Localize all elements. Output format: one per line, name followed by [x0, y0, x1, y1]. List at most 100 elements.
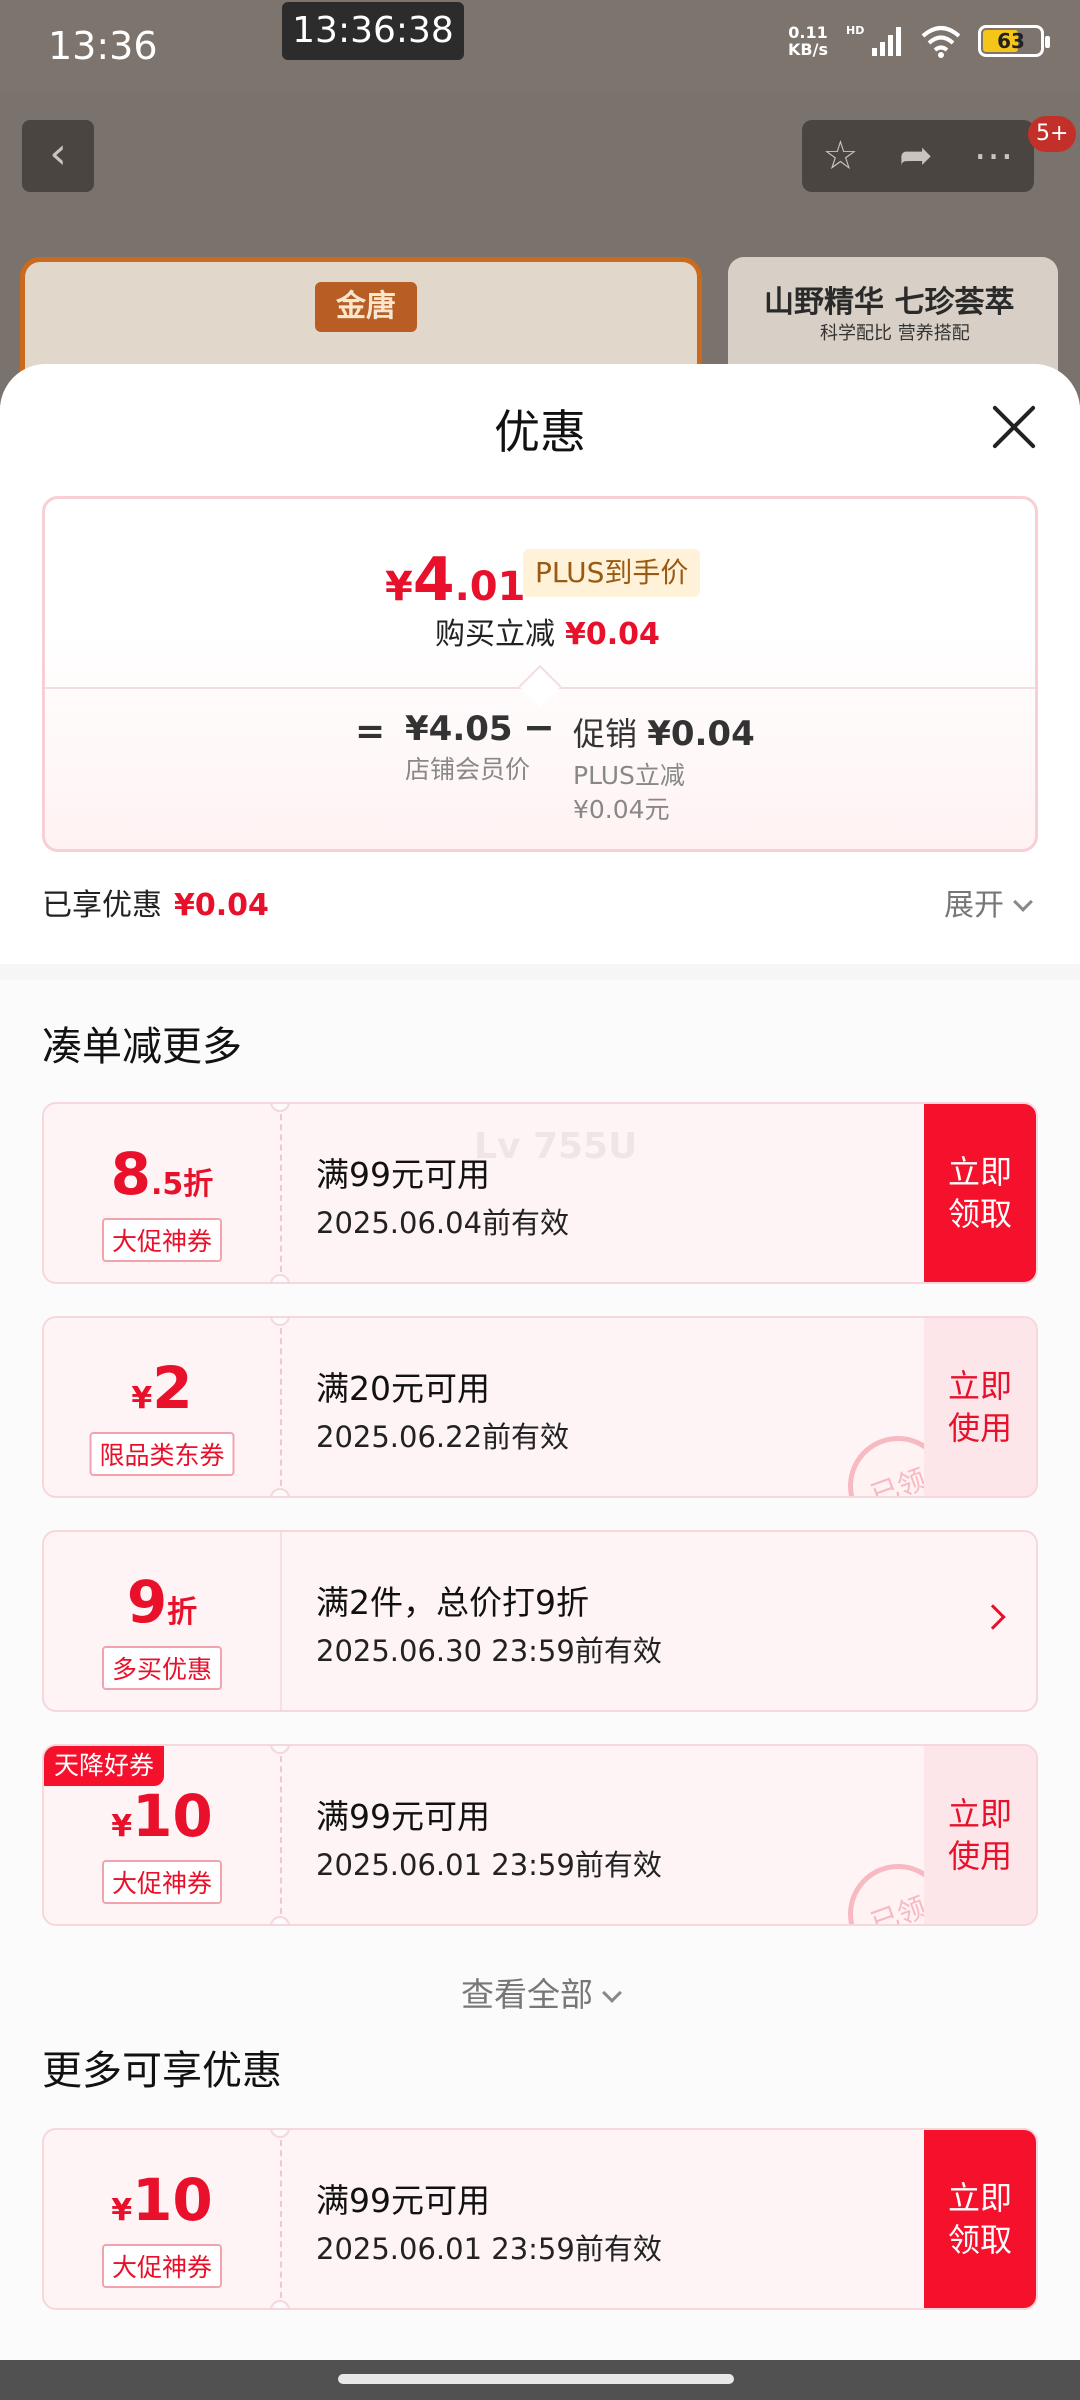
status-bar: 13:36 13:36:38 0.11 KB/s HD 63 [0, 0, 1080, 92]
coupon-card: ¥10 大促神券 天降好券 满99元可用 2025.06.01 23:59前有效… [42, 1744, 1038, 1926]
coupon-corner-tag: 天降好券 [44, 1746, 165, 1786]
coupon-card[interactable]: 9折 多买优惠 满2件，总价打9折 2025.06.30 23:59前有效 [42, 1530, 1038, 1712]
equals-sign: = [355, 711, 386, 752]
coupon-amount: 10 [132, 1782, 213, 1850]
clock-overlay: 13:36:38 [282, 2, 464, 60]
system-nav-bar [0, 2360, 1080, 2400]
coupon-type: 大促神券 [101, 1860, 223, 1904]
close-icon[interactable] [992, 404, 1036, 448]
plus-price-tag: PLUS到手价 [523, 549, 701, 597]
back-button[interactable]: ‹ [22, 120, 94, 192]
coupon-validity: 2025.06.22前有效 [316, 1420, 570, 1454]
promo-subtitle: 科学配比 营养搭配 [820, 323, 970, 344]
watermark: Lv 755U [474, 1126, 638, 1167]
coupon-validity: 2025.06.01 23:59前有效 [316, 1848, 662, 1882]
coupon-amount-unit: 折 [167, 1595, 198, 1630]
hd-label: HD [846, 24, 864, 37]
brand-logo: 金唐 [315, 282, 417, 332]
coupon-value: ¥2 限品类东券 [44, 1318, 280, 1496]
coupon-validity: 2025.06.30 23:59前有效 [316, 1634, 662, 1668]
final-price-currency: ¥ [385, 564, 413, 610]
battery-icon: 63 [978, 25, 1050, 57]
expand-label: 展开 [944, 888, 1004, 923]
discount-sheet: 优惠 ¥4.01 PLUS到手价 购买立减 ¥0.04 = ¥4.05 店铺会员价… [0, 364, 1080, 2360]
final-price-decimal: .01 [454, 564, 526, 610]
minus-sign: − [523, 705, 555, 749]
coupon-card: ¥2 限品类东券 满20元可用 2025.06.22前有效 已领 立即使用 [42, 1316, 1038, 1498]
reduce-amount: ¥0.04 [565, 617, 660, 652]
promo-amount: ¥0.04 [647, 714, 755, 754]
final-price-integer: 4 [412, 545, 455, 615]
base-price-amount: ¥4.05 [405, 709, 513, 749]
coupon-condition: 满99元可用 [316, 1155, 490, 1194]
coupon-type: 大促神券 [101, 1218, 223, 1262]
header-actions: ☆ ➦ ⋯ [802, 120, 1034, 192]
use-coupon-button[interactable]: 立即使用 [924, 1318, 1036, 1496]
coupon-type: 限品类东券 [89, 1432, 235, 1476]
coupon-currency: ¥ [111, 1809, 133, 1844]
signal-icon: HD [846, 24, 901, 56]
coupon-card: Lv 755U 8.5折 大促神券 满99元可用 2025.06.04前有效 立… [42, 1102, 1038, 1284]
message-badge: 5+ [1028, 116, 1077, 152]
status-icons: 0.11 KB/s HD 63 [788, 24, 1050, 58]
share-icon[interactable]: ➦ [899, 133, 933, 179]
enjoyed-discount: 已享优惠 ¥0.04 [42, 880, 269, 924]
view-all-button[interactable]: 查看全部 [0, 1968, 1080, 2016]
base-price-label: 店铺会员价 [405, 755, 531, 784]
more-icon[interactable]: ⋯ [974, 133, 1014, 179]
coupon-validity: 2025.06.01 23:59前有效 [316, 2232, 662, 2266]
base-price-block: ¥4.05 店铺会员价 [405, 709, 535, 787]
coupon-amount: 2 [152, 1354, 193, 1422]
coupon-card: ¥10 大促神券 满99元可用 2025.06.01 23:59前有效 立即领取 [42, 2128, 1038, 2310]
coupon-condition: 满2件，总价打9折 [316, 1583, 589, 1622]
coupon-type: 大促神券 [101, 2244, 223, 2288]
enjoyed-label: 已享优惠 [42, 888, 162, 923]
promo-label: 促销 [573, 715, 638, 753]
expand-button[interactable]: 展开 [944, 880, 1033, 924]
coupon-value: 9折 多买优惠 [44, 1532, 280, 1710]
coupon-amount-unit: .5折 [151, 1167, 214, 1202]
promo-title: 山野精华 七珍荟萃 [764, 285, 1015, 320]
coupon-value: ¥10 大促神券 [44, 2130, 280, 2308]
promo-detail: PLUS立减¥0.04元 [573, 761, 685, 824]
coupon-condition: 满99元可用 [316, 2181, 490, 2220]
background-product-page: ‹ ☆ ➦ ⋯ 5+ 金唐 山野精华 七珍荟萃 科学配比 营养搭配 [0, 92, 1080, 457]
home-gesture-handle[interactable] [338, 2374, 734, 2384]
view-all-label: 查看全部 [461, 1975, 593, 2014]
section-title-more-orders: 凑单减更多 [42, 1024, 242, 1070]
chevron-right-icon[interactable] [980, 1604, 1006, 1630]
claim-button-label: 立即领取 [947, 1153, 1012, 1233]
section-title-more-benefits: 更多可享优惠 [42, 2048, 282, 2094]
coupon-value: 8.5折 大促神券 [44, 1104, 280, 1282]
caret-pointer [518, 664, 562, 708]
final-price: ¥4.01 [385, 545, 525, 615]
status-time: 13:36 [48, 24, 158, 68]
use-coupon-button[interactable]: 立即使用 [924, 1746, 1036, 1924]
coupon-amount: 10 [132, 2166, 213, 2234]
coupon-section: 凑单减更多 Lv 755U 8.5折 大促神券 满99元可用 2025.06.0… [0, 980, 1080, 2360]
chevron-down-icon [1013, 892, 1033, 912]
coupon-amount: 8 [110, 1140, 152, 1208]
coupon-condition: 满99元可用 [316, 1797, 490, 1836]
buy-reduce-line: 购买立减 ¥0.04 [435, 609, 660, 653]
chevron-down-icon [602, 1983, 622, 2003]
coupon-condition: 满20元可用 [316, 1369, 490, 1408]
claim-coupon-button[interactable]: 立即领取 [924, 2130, 1036, 2308]
use-button-label: 立即使用 [947, 1795, 1012, 1875]
coupon-type: 多买优惠 [101, 1646, 223, 1690]
claim-button-label: 立即领取 [947, 2179, 1012, 2259]
reduce-label: 购买立减 [435, 617, 555, 652]
claim-coupon-button[interactable]: 立即领取 [924, 1104, 1036, 1282]
wifi-icon [921, 26, 961, 58]
star-icon[interactable]: ☆ [822, 133, 858, 179]
network-speed: 0.11 KB/s [788, 24, 828, 58]
price-breakdown-card: ¥4.01 PLUS到手价 购买立减 ¥0.04 = ¥4.05 店铺会员价 − … [42, 496, 1038, 852]
coupon-currency: ¥ [131, 1381, 153, 1416]
promo-block: 促销 ¥0.04 PLUS立减¥0.04元 [573, 709, 755, 827]
enjoyed-amount: ¥0.04 [174, 888, 269, 923]
coupon-amount: 9 [126, 1568, 168, 1636]
use-button-label: 立即使用 [947, 1367, 1012, 1447]
coupon-validity: 2025.06.04前有效 [316, 1206, 570, 1240]
network-speed-value: 0.11 [788, 23, 828, 42]
network-speed-unit: KB/s [788, 40, 828, 59]
